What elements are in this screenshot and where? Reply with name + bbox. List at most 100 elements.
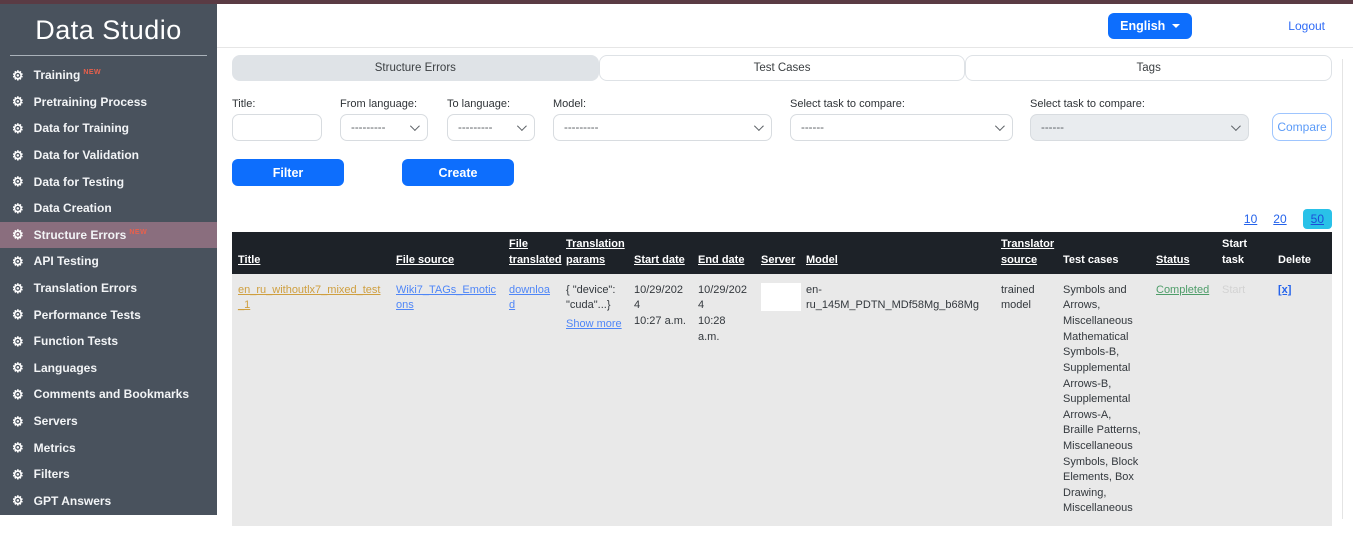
server-cell [755, 274, 801, 320]
start-date-cell: 10/29/2024 10:27 a.m. [628, 274, 692, 339]
status-cell: Completed [1150, 274, 1216, 308]
page-size-10-link[interactable]: 10 [1244, 212, 1257, 226]
sidebar-item-label: GPT Answers [33, 493, 112, 508]
logout-link[interactable]: Logout [1288, 19, 1325, 33]
compare-task-2-group: Select task to compare: ------ [1030, 98, 1249, 141]
col-end-date-header[interactable]: End date [692, 248, 755, 274]
page-size-50-link[interactable]: 50 [1302, 208, 1332, 229]
sidebar-item-label: Structure Errors new [33, 227, 148, 242]
col-translation-params-header[interactable]: Translation params [560, 232, 628, 274]
sidebar-item-data-creation[interactable]: ⚙ Data Creation [0, 195, 217, 222]
main-area: English Logout Structure Errors Test Cas… [217, 4, 1353, 559]
gear-icon: ⚙ [12, 253, 24, 269]
title-input[interactable] [232, 114, 322, 141]
sidebar-item-servers[interactable]: ⚙ Servers [0, 408, 217, 435]
col-title-header[interactable]: Title [232, 248, 390, 274]
page-size-20-link[interactable]: 20 [1273, 212, 1286, 226]
title-label: Title: [232, 98, 256, 110]
translator-source-cell: trained model [1001, 283, 1035, 312]
chevron-down-icon [994, 121, 1005, 132]
tab-structure-errors[interactable]: Structure Errors [232, 55, 599, 81]
compare-task-2-select[interactable]: ------ [1030, 114, 1249, 141]
gear-icon: ⚙ [12, 174, 24, 190]
gear-icon: ⚙ [12, 440, 24, 456]
col-status-header[interactable]: Status [1150, 248, 1216, 274]
col-server-header[interactable]: Server [755, 248, 800, 274]
server-empty-box [761, 282, 801, 311]
col-model-header[interactable]: Model [800, 248, 995, 274]
language-dropdown-button[interactable]: English [1108, 12, 1193, 39]
create-button[interactable]: Create [402, 159, 514, 186]
sidebar-item-label: Servers [33, 414, 78, 429]
compare-task-1-value: ------ [801, 121, 824, 134]
col-translator-source-header[interactable]: Translator source [995, 232, 1057, 274]
col-start-date-header[interactable]: Start date [628, 248, 692, 274]
compare-button[interactable]: Compare [1272, 113, 1332, 141]
start-task-disabled-link: Start [1222, 283, 1246, 296]
sidebar-item-filters[interactable]: ⚙ Filters [0, 461, 217, 488]
sidebar-item-label: Comments and Bookmarks [33, 387, 190, 402]
sidebar-item-comments-and-bookmarks[interactable]: ⚙ Comments and Bookmarks [0, 381, 217, 408]
file-source-cell: Wiki7_TAGs_Emoticons [390, 274, 503, 323]
sidebar-item-data-for-validation[interactable]: ⚙ Data for Validation [0, 142, 217, 169]
model-cell: en-ru_145M_PDTN_MDf58Mg_b68Mg [806, 283, 980, 312]
filter-bar: Title: From language: --------- To langu… [232, 98, 1332, 141]
action-buttons: Filter Create [232, 159, 1332, 186]
gear-icon: ⚙ [12, 280, 24, 296]
col-file-source-header[interactable]: File source [390, 248, 503, 274]
download-link[interactable]: download [509, 284, 550, 312]
start-task-cell: Start [1216, 274, 1272, 308]
file-source-link[interactable]: Wiki7_TAGs_Emoticons [396, 284, 496, 312]
col-delete-header: Delete [1278, 253, 1312, 266]
col-start-task-header: Start task [1222, 238, 1248, 266]
sidebar-item-label: Translation Errors [33, 281, 138, 296]
filter-button[interactable]: Filter [232, 159, 344, 186]
model-value: --------- [564, 121, 599, 134]
sidebar-item-label: Metrics [33, 440, 76, 455]
col-file-translated-header[interactable]: File translated [503, 232, 562, 274]
translation-params-cell: { "device": "cuda"...} Show more [560, 274, 628, 342]
from-language-value: --------- [351, 121, 386, 134]
sidebar-item-api-testing[interactable]: ⚙ API Testing [0, 248, 217, 275]
file-translated-cell: download [503, 274, 560, 323]
title-filter-group: Title: [232, 98, 322, 141]
results-table: Title File source File translated Transl… [232, 232, 1332, 527]
sidebar-item-label: Data for Testing [33, 174, 125, 189]
sidebar-item-label: Languages [33, 360, 98, 375]
tab-test-cases[interactable]: Test Cases [598, 55, 966, 81]
sidebar: Data Studio ⚙ Training new ⚙ Pretraining … [0, 4, 217, 515]
show-more-link[interactable]: Show more [566, 317, 622, 333]
sidebar-item-training[interactable]: ⚙ Training new [0, 62, 217, 89]
gear-icon: ⚙ [12, 413, 24, 429]
chevron-down-icon [1230, 121, 1241, 132]
chevron-down-icon [753, 121, 764, 132]
task-title-link[interactable]: en_ru_withoutlx7_mixed_test_1 [238, 284, 380, 312]
sidebar-item-translation-errors[interactable]: ⚙ Translation Errors [0, 275, 217, 302]
gear-icon: ⚙ [12, 360, 24, 376]
from-language-select[interactable]: --------- [340, 114, 428, 141]
sidebar-item-structure-errors[interactable]: ⚙ Structure Errors new [0, 221, 217, 249]
sidebar-item-label: Data Creation [33, 201, 112, 216]
sidebar-item-function-tests[interactable]: ⚙ Function Tests [0, 328, 217, 355]
from-language-label: From language: [340, 98, 418, 110]
sidebar-item-gpt-answers[interactable]: ⚙ GPT Answers [0, 488, 217, 515]
delete-cell: [x] [1272, 274, 1332, 308]
sidebar-item-pretraining-process[interactable]: ⚙ Pretraining Process [0, 89, 217, 116]
sidebar-item-data-for-training[interactable]: ⚙ Data for Training [0, 115, 217, 142]
delete-link[interactable]: [x] [1278, 284, 1291, 296]
sidebar-item-metrics[interactable]: ⚙ Metrics [0, 434, 217, 461]
sidebar-item-data-for-testing[interactable]: ⚙ Data for Testing [0, 168, 217, 195]
sidebar-item-performance-tests[interactable]: ⚙ Performance Tests [0, 301, 217, 328]
status-completed-link[interactable]: Completed [1156, 284, 1209, 296]
from-language-filter-group: From language: --------- [340, 98, 428, 141]
sidebar-item-languages[interactable]: ⚙ Languages [0, 355, 217, 382]
end-date-cell: 10/29/2024 10:28 a.m. [692, 274, 755, 354]
tab-tags[interactable]: Tags [965, 55, 1333, 81]
to-language-select[interactable]: --------- [447, 114, 535, 141]
gear-icon: ⚙ [12, 67, 24, 83]
end-time-text: 10:28 a.m. [698, 315, 726, 343]
pagination: 10 20 50 [232, 207, 1332, 230]
model-select[interactable]: --------- [553, 114, 772, 141]
compare-task-1-select[interactable]: ------ [790, 114, 1013, 141]
new-badge: new [129, 228, 148, 236]
